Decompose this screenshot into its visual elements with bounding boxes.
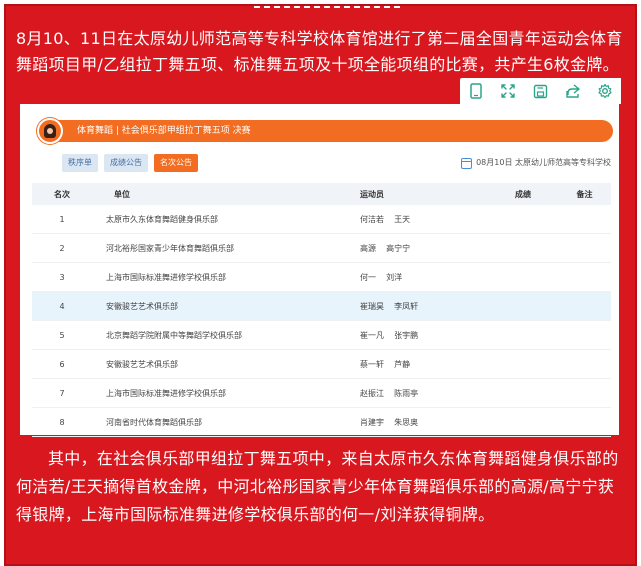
table-row: 7 上海市国际标准舞进修学校俱乐部 赵振江 陈雨亭 <box>32 379 611 408</box>
event-date-venue: 08月10日 太原幼儿师范高等专科学校 <box>476 158 611 167</box>
unit-cell: 安徽骏艺艺术俱乐部 <box>106 359 178 369</box>
rank-cell: 7 <box>59 388 65 398</box>
table-row: 1 太原市久东体育舞蹈健身俱乐部 何洁若 王天 <box>32 205 611 234</box>
table-row: 2 河北裕彤国家青少年体育舞蹈俱乐部 高源 高宁宁 <box>32 234 611 263</box>
athletes-cell: 高源 高宁宁 <box>360 243 411 253</box>
athletes-cell: 何洁若 王天 <box>360 214 411 224</box>
results-table: 名次 单位 运动员 成绩 备注 1 太原市久东体育舞蹈健身俱乐部 何洁若 王天 … <box>32 183 611 437</box>
header-athletes: 运动员 <box>360 189 384 199</box>
table-row: 3 上海市国际标准舞进修学校俱乐部 何一 刘洋 <box>32 263 611 292</box>
save-icon[interactable] <box>530 81 550 101</box>
article-paragraph-1: 8月10、11日在太原幼儿师范高等专科学校体育馆进行了第二届全国青年运动会体育舞… <box>16 29 623 74</box>
rank-cell: 5 <box>59 330 65 340</box>
header-score: 成绩 <box>515 189 531 199</box>
tab-score-notice[interactable]: 成绩公告 <box>104 154 148 172</box>
unit-cell: 上海市国际标准舞进修学校俱乐部 <box>106 388 226 398</box>
calendar-icon <box>461 157 473 169</box>
athletes-cell: 蔡一轩 芦静 <box>360 359 411 369</box>
rank-cell: 6 <box>59 359 65 369</box>
rank-cell: 4 <box>59 301 65 311</box>
unit-cell: 太原市久东体育舞蹈健身俱乐部 <box>106 214 218 224</box>
header-rank: 名次 <box>54 189 70 199</box>
unit-cell: 北京舞蹈学院附属中等舞蹈学校俱乐部 <box>106 330 242 340</box>
top-divider <box>254 6 400 12</box>
header-unit: 单位 <box>114 189 130 199</box>
unit-cell: 安徽骏艺艺术俱乐部 <box>106 301 178 311</box>
table-header: 名次 单位 运动员 成绩 备注 <box>32 183 611 205</box>
table-row-highlighted: 4 安徽骏艺艺术俱乐部 崔瑞昊 李凤轩 <box>32 292 611 321</box>
rank-cell: 2 <box>59 243 65 253</box>
result-tabs: 秩序单 成绩公告 名次公告 <box>62 154 198 172</box>
article-paragraph-2-text: 其中，在社会俱乐部甲组拉丁舞五项中，来自太原市久东体育舞蹈健身俱乐部的何洁若/王… <box>16 449 619 524</box>
athletes-cell: 赵振江 陈雨亭 <box>360 388 419 398</box>
rank-cell: 8 <box>59 417 65 427</box>
rank-cell: 1 <box>59 214 65 224</box>
share-icon[interactable] <box>563 81 583 101</box>
phone-icon[interactable] <box>466 81 486 101</box>
athletes-cell: 肖建宇 朱思奥 <box>360 417 419 427</box>
athletes-cell: 崔瑞昊 李凤轩 <box>360 301 419 311</box>
header-note: 备注 <box>576 189 593 199</box>
athletes-cell: 何一 刘洋 <box>360 272 403 282</box>
unit-cell: 上海市国际标准舞进修学校俱乐部 <box>106 272 226 282</box>
article-paragraph-2: 其中，在社会俱乐部甲组拉丁舞五项中，来自太原市久东体育舞蹈健身俱乐部的何洁若/王… <box>16 445 628 529</box>
dancer-avatar-icon <box>37 118 63 144</box>
unit-cell: 河北裕彤国家青少年体育舞蹈俱乐部 <box>106 243 234 253</box>
table-row: 6 安徽骏艺艺术俱乐部 蔡一轩 芦静 <box>32 350 611 379</box>
table-row: 8 河南省时代体育舞蹈俱乐部 肖建宇 朱思奥 <box>32 408 611 437</box>
rank-cell: 3 <box>59 272 65 282</box>
expand-icon[interactable] <box>498 81 518 101</box>
event-title-bar: 体育舞蹈 | 社会俱乐部甲组拉丁舞五项 决赛 <box>42 120 613 142</box>
unit-cell: 河南省时代体育舞蹈俱乐部 <box>106 417 202 427</box>
event-title: 体育舞蹈 | 社会俱乐部甲组拉丁舞五项 决赛 <box>77 126 251 136</box>
event-meta: 08月10日 太原幼儿师范高等专科学校 <box>461 156 611 170</box>
athletes-cell: 崔一凡 张宇鹏 <box>360 330 419 340</box>
image-toolbar <box>460 78 621 104</box>
tab-order-list[interactable]: 秩序单 <box>62 154 98 172</box>
table-row: 5 北京舞蹈学院附属中等舞蹈学校俱乐部 崔一凡 张宇鹏 <box>32 321 611 350</box>
results-screenshot: 体育舞蹈 | 社会俱乐部甲组拉丁舞五项 决赛 秩序单 成绩公告 名次公告 08月… <box>20 104 619 437</box>
tab-rank-notice[interactable]: 名次公告 <box>154 154 198 172</box>
settings-icon[interactable] <box>595 81 615 101</box>
